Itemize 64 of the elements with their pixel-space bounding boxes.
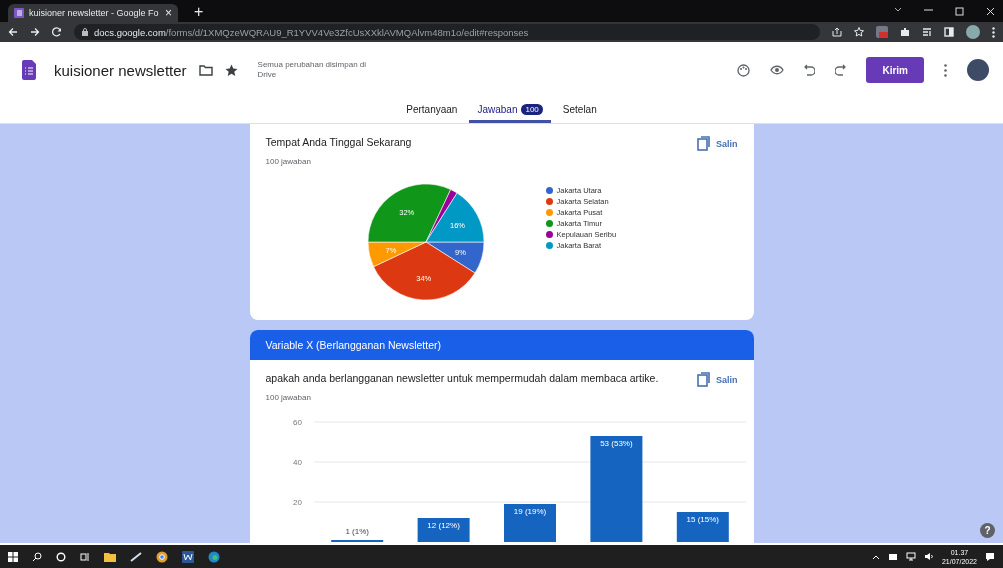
new-tab-button[interactable]: + <box>188 2 210 22</box>
task-view-icon[interactable] <box>80 551 90 562</box>
profile-avatar[interactable] <box>966 25 980 39</box>
notification-icon[interactable] <box>985 551 995 562</box>
form-tab[interactable]: Setelan <box>554 98 605 123</box>
copy-icon <box>697 372 710 387</box>
axis-tick-label: 60 <box>292 418 302 427</box>
form-icon <box>14 8 24 18</box>
chrome-icon[interactable] <box>156 550 168 563</box>
more-vert-icon[interactable] <box>992 26 995 38</box>
windows-start-icon[interactable] <box>8 551 18 562</box>
redo-icon[interactable] <box>835 64 847 76</box>
bar-value-label: 53 (53%) <box>599 439 633 448</box>
account-avatar[interactable] <box>967 59 989 81</box>
circle-icon[interactable] <box>56 551 66 562</box>
close-icon[interactable] <box>986 6 995 16</box>
reload-icon[interactable] <box>52 27 62 37</box>
side-panel-icon[interactable] <box>944 27 954 37</box>
eye-icon[interactable] <box>770 65 785 75</box>
tab-close-button[interactable]: × <box>165 6 172 20</box>
form-tab[interactable]: Pertanyaan <box>398 98 466 123</box>
share-icon[interactable] <box>832 27 842 37</box>
reading-list-icon[interactable] <box>922 27 932 37</box>
back-icon[interactable] <box>8 27 18 37</box>
copy-button[interactable]: Salin <box>697 372 738 387</box>
browser-tab[interactable]: kuisioner newsletter - Google Fo × <box>8 4 178 22</box>
edge-icon[interactable] <box>208 550 220 563</box>
forms-logo-icon <box>22 60 36 80</box>
palette-icon[interactable] <box>737 63 751 77</box>
response-count: 100 jawaban <box>265 157 312 166</box>
chevron-up-icon[interactable] <box>871 553 880 560</box>
bar-value-label: 12 (12%) <box>426 521 460 530</box>
copy-icon <box>697 136 710 151</box>
axis-tick-label: 40 <box>292 458 302 467</box>
send-button[interactable]: Kirim <box>866 57 924 83</box>
question-title: Tempat Anda Tinggal Sekarang <box>265 136 412 148</box>
response-count: 100 jawaban <box>265 393 312 402</box>
more-vert-icon[interactable] <box>944 63 947 77</box>
minimize-icon[interactable] <box>924 6 933 13</box>
chevron-down-icon[interactable] <box>894 6 902 13</box>
question-title: apakah anda berlangganan newsletter untuk mempermudah dalam membaca artike. <box>265 372 659 384</box>
volume-icon[interactable] <box>923 552 934 561</box>
folder-icon[interactable] <box>104 551 116 562</box>
search-icon[interactable] <box>32 551 42 562</box>
lock-icon <box>82 28 88 36</box>
response-count-badge: 100 <box>521 103 543 115</box>
folder-icon[interactable] <box>198 64 213 76</box>
address-bar[interactable]: docs.google.com/forms/d/1XMQzeWQRAU9_R1YVV4Ve3ZfcUsXXklAVMQAlvm48m1o/edit#responses <box>74 24 820 40</box>
bar-value-label: 19 (19%) <box>513 507 546 516</box>
bar-value-label: 15 (15%) <box>686 515 719 524</box>
undo-icon[interactable] <box>804 64 816 76</box>
tab-title: kuisioner newsletter - Google Fo <box>29 8 160 18</box>
network-icon[interactable] <box>905 552 916 561</box>
save-status: Semua perubahan disimpan di Drive <box>257 60 368 80</box>
star-icon[interactable] <box>224 63 238 77</box>
copy-button[interactable]: Salin <box>697 136 738 151</box>
forward-icon[interactable] <box>30 27 40 37</box>
bar-value-label: 1 (1%) <box>344 527 369 536</box>
form-title[interactable]: kuisioner newsletter <box>54 61 187 79</box>
axis-tick-label: 20 <box>292 498 302 507</box>
star-outline-icon[interactable] <box>854 27 864 37</box>
word-icon[interactable] <box>182 550 194 563</box>
section-header: Variable X (Berlangganan Newsletter) <box>249 330 754 360</box>
restore-icon[interactable] <box>955 6 964 16</box>
